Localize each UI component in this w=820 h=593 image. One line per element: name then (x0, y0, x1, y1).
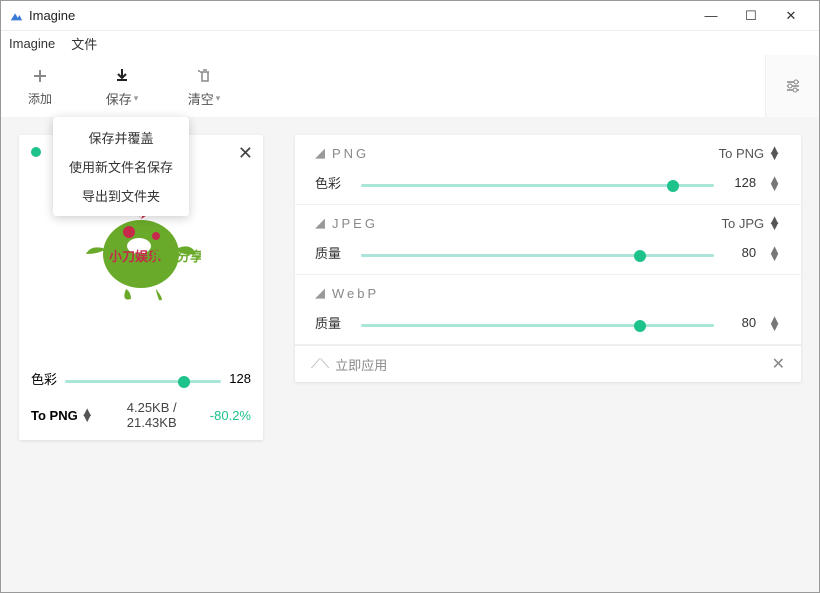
close-button[interactable]: ✕ (771, 8, 811, 24)
panel-footer: ⟋⟍ 立即应用 ✕ (295, 345, 801, 382)
card-color-value: 128 (229, 371, 251, 386)
clear-button[interactable]: 清空▾ (177, 65, 231, 108)
png-color-value: 128 (726, 175, 756, 190)
card-color-label: 色彩 (31, 369, 57, 388)
menubar: Imagine 文件 (1, 31, 819, 55)
save-dropdown: 保存并覆盖 使用新文件名保存 导出到文件夹 (53, 117, 189, 216)
card-color-slider[interactable] (65, 380, 221, 383)
window-title: Imagine (29, 8, 691, 23)
apply-button[interactable]: 立即应用 (335, 355, 771, 374)
sliders-icon (784, 77, 802, 95)
webp-quality-value: 80 (726, 315, 756, 330)
settings-button[interactable] (765, 55, 819, 117)
card-pct: -80.2% (210, 408, 251, 423)
png-color-slider[interactable] (361, 184, 714, 187)
chevron-down-icon: ▾ (134, 93, 139, 104)
collapse-icon[interactable]: ◢ (315, 145, 328, 161)
webp-title: WebP (332, 286, 781, 301)
webp-section: ◢ WebP 质量 80 ▲▼ (295, 275, 801, 345)
webp-quality-label: 质量 (315, 313, 349, 332)
toolbar: 添加 保存▾ 清空▾ (1, 55, 819, 117)
collapse-icon[interactable]: ◢ (315, 215, 328, 231)
menu-file[interactable]: 文件 (71, 34, 97, 53)
apply-icon: ⟋⟍ (311, 356, 329, 372)
png-color-label: 色彩 (315, 173, 349, 192)
webp-quality-slider[interactable] (361, 324, 714, 327)
app-logo-icon (9, 9, 23, 23)
png-section: ◢ PNGTo PNG▲▼ 色彩 128 ▲▼ (295, 135, 801, 205)
close-panel-button[interactable]: ✕ (772, 354, 785, 374)
jpeg-quality-label: 质量 (315, 243, 349, 262)
jpeg-quality-stepper[interactable]: ▲▼ (768, 246, 781, 260)
remove-image-button[interactable]: ✕ (238, 143, 253, 164)
menu-app[interactable]: Imagine (9, 36, 55, 51)
jpeg-quality-value: 80 (726, 245, 756, 260)
minimize-button[interactable]: — (691, 8, 731, 23)
card-size: 4.25KB / 21.43KB (102, 400, 202, 430)
jpeg-format-select[interactable]: To JPG▲▼ (722, 216, 782, 231)
plus-icon (30, 66, 50, 86)
card-color-row: 色彩 128 (19, 363, 263, 394)
jpeg-title: JPEG (332, 216, 722, 231)
card-footer: To PNG▲▼ 4.25KB / 21.43KB -80.2% (19, 394, 263, 440)
png-color-stepper[interactable]: ▲▼ (768, 176, 781, 190)
download-icon (112, 65, 132, 85)
save-button[interactable]: 保存▾ (95, 65, 149, 108)
jpeg-section: ◢ JPEGTo JPG▲▼ 质量 80 ▲▼ (295, 205, 801, 275)
collapse-icon[interactable]: ◢ (315, 285, 328, 301)
chevron-down-icon: ▾ (216, 93, 221, 104)
dropdown-overwrite[interactable]: 保存并覆盖 (53, 123, 189, 152)
settings-panel: ◢ PNGTo PNG▲▼ 色彩 128 ▲▼ ◢ JPEGTo JPG▲▼ 质量 … (295, 135, 801, 382)
trash-icon (194, 65, 214, 85)
dropdown-save-as[interactable]: 使用新文件名保存 (53, 152, 189, 181)
dropdown-export-dir[interactable]: 导出到文件夹 (53, 181, 189, 210)
status-dot (31, 147, 41, 157)
add-button[interactable]: 添加 (13, 66, 67, 107)
png-title: PNG (332, 146, 719, 161)
webp-quality-stepper[interactable]: ▲▼ (768, 316, 781, 330)
jpeg-quality-slider[interactable] (361, 254, 714, 257)
card-format-select[interactable]: To PNG▲▼ (31, 408, 94, 423)
png-format-select[interactable]: To PNG▲▼ (719, 146, 781, 161)
svg-text:乐于分享: 乐于分享 (151, 249, 201, 264)
window-titlebar: Imagine — ☐ ✕ (1, 1, 819, 31)
maximize-button[interactable]: ☐ (731, 8, 771, 24)
